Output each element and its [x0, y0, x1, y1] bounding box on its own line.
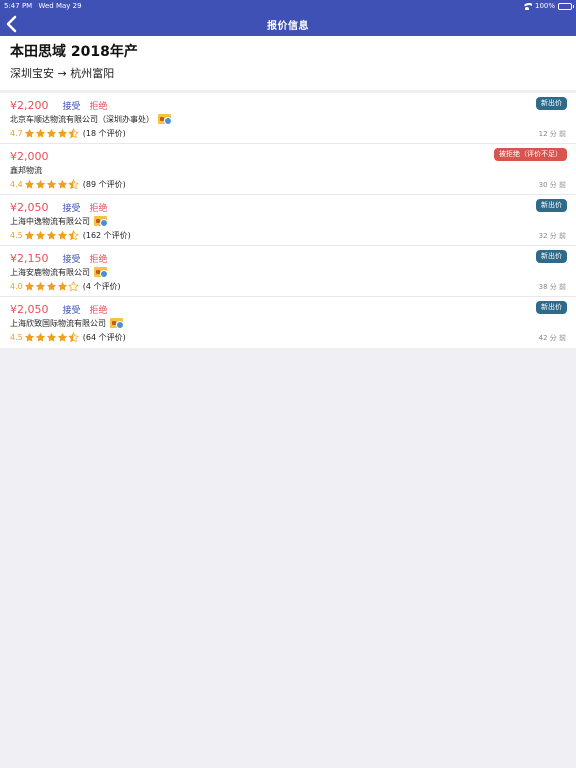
star-icon	[46, 277, 57, 296]
quote-item[interactable]: ¥2,000 被拒绝（评价不足） 鑫邦物流 4.4 (89 个评价) 30 分 前	[0, 144, 576, 195]
star-icon	[67, 277, 79, 296]
star-icon	[46, 175, 57, 194]
wifi-icon	[521, 2, 532, 10]
status-badge: 新出价	[536, 97, 567, 110]
quote-time: 38 分 前	[538, 283, 566, 291]
page-title: 报价信息	[267, 20, 309, 32]
quote-time: 42 分 前	[538, 334, 566, 342]
star-icon	[35, 328, 46, 347]
nav-bar: 报价信息	[0, 12, 576, 36]
rating-score: 4.7	[10, 128, 23, 138]
car-title: 本田思域 2018年产	[10, 44, 138, 60]
star-icon	[24, 175, 35, 194]
rating-row: 4.7 (18 个评价)	[10, 127, 126, 139]
status-date: Wed May 29	[38, 2, 82, 10]
reject-button[interactable]: 拒绝	[90, 252, 108, 265]
quote-row-top: ¥2,000	[10, 148, 63, 164]
status-badge: 新出价	[536, 250, 567, 263]
accept-button[interactable]: 接受	[63, 201, 81, 214]
review-count: (162 个评价)	[82, 230, 131, 240]
rating-stars	[24, 226, 79, 245]
quote-row-top: ¥2,050 接受 拒绝	[10, 199, 117, 215]
star-icon	[24, 226, 35, 245]
star-icon	[67, 175, 79, 194]
rating-row: 4.5 (64 个评价)	[10, 331, 126, 343]
star-icon	[35, 175, 46, 194]
star-icon	[46, 328, 57, 347]
accept-button[interactable]: 接受	[63, 99, 81, 112]
reject-button[interactable]: 拒绝	[90, 99, 108, 112]
quote-time: 30 分 前	[538, 181, 566, 189]
quote-item[interactable]: ¥2,050 接受 拒绝 新出价 上海中逸物流有限公司 4.5 (162 个评价) 32 分 …	[0, 195, 576, 246]
status-bar: 5:47 PM Wed May 29 100%	[0, 0, 576, 12]
accept-button[interactable]: 接受	[63, 252, 81, 265]
quote-price: ¥2,050	[10, 302, 49, 316]
rating-row: 4.0 (4 个评价)	[10, 280, 121, 292]
rating-row: 4.4 (89 个评价)	[10, 178, 126, 190]
quote-row-top: ¥2,200 接受 拒绝	[10, 97, 117, 113]
star-icon	[67, 328, 79, 347]
status-time: 5:47 PM	[4, 2, 33, 10]
rating-stars	[24, 328, 79, 347]
status-badge: 新出价	[536, 199, 567, 212]
star-icon	[24, 124, 35, 143]
star-icon	[67, 226, 79, 245]
shipment-header: 本田思域 2018年产 深圳宝安 → 杭州富阳	[0, 36, 576, 90]
review-count: (64 个评价)	[82, 332, 126, 342]
quote-row-top: ¥2,150 接受 拒绝	[10, 250, 117, 266]
rating-stars	[24, 124, 79, 143]
quote-item[interactable]: ¥2,050 接受 拒绝 新出价 上海欣致国际物流有限公司 4.5 (64 个评价) 42 分…	[0, 297, 576, 348]
top-bar: 5:47 PM Wed May 29 100% 报价信息	[0, 0, 576, 36]
reject-button[interactable]: 拒绝	[90, 201, 108, 214]
star-icon	[67, 124, 79, 143]
rating-score: 4.5	[10, 332, 23, 342]
review-count: (18 个评价)	[82, 128, 126, 138]
rating-score: 4.5	[10, 230, 23, 240]
chevron-left-icon	[6, 15, 17, 33]
rating-score: 4.4	[10, 179, 23, 189]
star-icon	[57, 175, 68, 194]
quote-row-top: ¥2,050 接受 拒绝	[10, 301, 117, 317]
star-icon	[24, 277, 35, 296]
star-icon	[57, 277, 68, 296]
license-icon	[94, 267, 108, 278]
star-icon	[46, 226, 57, 245]
status-right: 100%	[521, 0, 574, 12]
quote-item[interactable]: ¥2,200 接受 拒绝 新出价 北京车顺达物流有限公司（深圳办事处） 4.7 (18 个评…	[0, 93, 576, 144]
rating-row: 4.5 (162 个评价)	[10, 229, 131, 241]
accept-button[interactable]: 接受	[63, 303, 81, 316]
review-count: (4 个评价)	[82, 281, 121, 291]
route-text: 深圳宝安 → 杭州富阳	[10, 67, 115, 80]
license-icon	[94, 216, 108, 227]
license-icon	[110, 318, 124, 329]
review-count: (89 个评价)	[82, 179, 126, 189]
status-badge: 新出价	[536, 301, 567, 314]
back-button[interactable]	[4, 14, 22, 34]
status-left: 5:47 PM Wed May 29	[4, 0, 86, 12]
rating-score: 4.0	[10, 281, 23, 291]
quote-item[interactable]: ¥2,150 接受 拒绝 新出价 上海安鹿物流有限公司 4.0 (4 个评价) 38 分 前	[0, 246, 576, 297]
star-icon	[24, 328, 35, 347]
quote-price: ¥2,000	[10, 149, 49, 163]
star-icon	[35, 226, 46, 245]
quote-price: ¥2,050	[10, 200, 49, 214]
battery-percent: 100%	[534, 2, 555, 10]
star-icon	[35, 277, 46, 296]
star-icon	[57, 124, 68, 143]
quote-time: 32 分 前	[538, 232, 566, 240]
quote-list: ¥2,200 接受 拒绝 新出价 北京车顺达物流有限公司（深圳办事处） 4.7 (18 个评…	[0, 93, 576, 348]
star-icon	[35, 124, 46, 143]
rating-stars	[24, 277, 79, 296]
quote-time: 12 分 前	[538, 130, 566, 138]
star-icon	[57, 328, 68, 347]
battery-icon	[558, 2, 574, 10]
reject-button[interactable]: 拒绝	[90, 303, 108, 316]
quote-price: ¥2,200	[10, 98, 49, 112]
star-icon	[57, 226, 68, 245]
star-icon	[46, 124, 57, 143]
license-icon	[158, 114, 172, 125]
quote-price: ¥2,150	[10, 251, 49, 265]
rating-stars	[24, 175, 79, 194]
status-badge: 被拒绝（评价不足）	[494, 148, 567, 161]
